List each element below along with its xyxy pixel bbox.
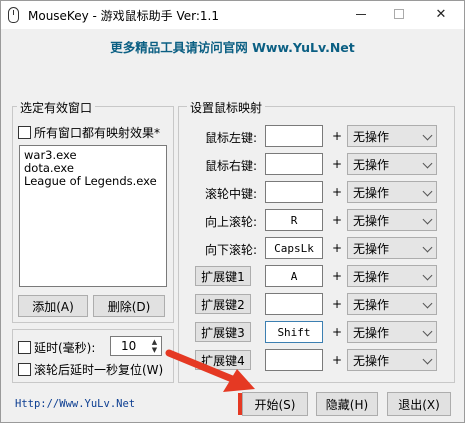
delay-label: 延时(毫秒): <box>34 341 96 355</box>
left-button-label: 鼠标左键: <box>204 131 258 145</box>
delay-group: 延时(毫秒): 10 ▲ ▼ 滚轮后延时一秒复位(W) <box>12 329 174 383</box>
window-select-group: 选定有效窗口 所有窗口都有映射效果* war3.exe dota.exe Lea… <box>12 99 174 323</box>
close-button[interactable]: ✕ <box>421 3 461 25</box>
spin-up-icon[interactable]: ▲ <box>152 338 157 346</box>
list-item[interactable]: League of Legends.exe <box>24 175 162 188</box>
action-value: 无操作 <box>353 185 390 200</box>
plus-sign: + <box>332 185 343 199</box>
window-group-legend: 选定有效窗口 <box>17 99 96 116</box>
delay-checkbox[interactable]: 延时(毫秒): <box>18 339 95 356</box>
chevron-down-icon[interactable] <box>422 186 433 197</box>
chevron-down-icon[interactable] <box>422 214 433 225</box>
action-value: 无操作 <box>353 269 390 284</box>
spinner-arrows[interactable]: ▲ ▼ <box>149 338 160 354</box>
left-button-action-select[interactable]: 无操作 <box>347 125 437 147</box>
action-value: 无操作 <box>353 157 390 172</box>
extension-key-2-button[interactable]: 扩展键2 <box>195 294 251 314</box>
chevron-down-icon[interactable] <box>422 158 433 169</box>
checkbox-box[interactable] <box>18 363 31 376</box>
right-button-action-select[interactable]: 无操作 <box>347 153 437 175</box>
app-window: MouseKey - 游戏鼠标助手 Ver:1.1 ✕ 更多精品工具请访问官网 … <box>0 0 465 423</box>
checkbox-box[interactable] <box>18 341 31 354</box>
wheel-reset-label: 滚轮后延时一秒复位(W) <box>34 363 164 377</box>
extension-key-2-action-select[interactable]: 无操作 <box>347 293 437 315</box>
hide-button[interactable]: 隐藏(H) <box>316 392 378 416</box>
extension-key-3-action-select[interactable]: 无操作 <box>347 321 437 343</box>
action-value: 无操作 <box>353 129 390 144</box>
title-bar[interactable]: MouseKey - 游戏鼠标助手 Ver:1.1 ✕ <box>1 1 464 29</box>
action-value: 无操作 <box>353 213 390 228</box>
wheel-up-key-field[interactable]: R <box>265 209 323 231</box>
extension-key-1-button[interactable]: 扩展键1 <box>195 266 251 286</box>
chevron-down-icon[interactable] <box>422 130 433 141</box>
all-windows-label: 所有窗口都有映射效果* <box>34 126 161 140</box>
plus-sign: + <box>332 241 343 255</box>
all-windows-checkbox[interactable]: 所有窗口都有映射效果* <box>18 124 160 141</box>
extension-key-4-action-select[interactable]: 无操作 <box>347 349 437 371</box>
plus-sign: + <box>332 157 343 171</box>
minimize-button[interactable] <box>341 3 381 25</box>
middle-button-action-select[interactable]: 无操作 <box>347 181 437 203</box>
minimize-icon <box>356 13 366 15</box>
website-banner[interactable]: 更多精品工具请访问官网 Www.YuLv.Net <box>1 37 464 56</box>
action-value: 无操作 <box>353 353 390 368</box>
wheel-down-label: 向下滚轮: <box>204 243 258 257</box>
extension-key-1-action-select[interactable]: 无操作 <box>347 265 437 287</box>
mapping-group-legend: 设置鼠标映射 <box>187 99 266 116</box>
maximize-button[interactable] <box>379 3 419 25</box>
chevron-down-icon[interactable] <box>422 354 433 365</box>
delay-value: 10 <box>121 339 137 353</box>
exit-button[interactable]: 退出(X) <box>387 392 451 416</box>
action-value: 无操作 <box>353 297 390 312</box>
delay-spinner[interactable]: 10 ▲ ▼ <box>110 336 162 356</box>
plus-sign: + <box>332 269 343 283</box>
close-icon: ✕ <box>435 6 447 22</box>
plus-sign: + <box>332 325 343 339</box>
extension-key-2-field[interactable] <box>265 293 323 315</box>
plus-sign: + <box>332 129 343 143</box>
extension-key-4-field[interactable] <box>265 349 323 371</box>
mouse-icon <box>8 7 19 23</box>
window-title: MouseKey - 游戏鼠标助手 Ver:1.1 <box>28 9 219 23</box>
extension-key-3-field[interactable]: Shift <box>265 321 323 343</box>
maximize-icon <box>394 9 404 19</box>
right-button-label: 鼠标右键: <box>204 159 258 173</box>
plus-sign: + <box>332 297 343 311</box>
left-button-key-field[interactable] <box>265 125 323 147</box>
plus-sign: + <box>332 213 343 227</box>
spin-down-icon[interactable]: ▼ <box>152 346 157 354</box>
website-link[interactable]: Http://Www.YuLv.Net <box>15 398 135 410</box>
plus-sign: + <box>332 353 343 367</box>
action-value: 无操作 <box>353 241 390 256</box>
chevron-down-icon[interactable] <box>422 298 433 309</box>
chevron-down-icon[interactable] <box>422 242 433 253</box>
wheel-down-action-select[interactable]: 无操作 <box>347 237 437 259</box>
wheel-reset-checkbox[interactable]: 滚轮后延时一秒复位(W) <box>18 361 163 378</box>
pointer-arrow-icon <box>165 349 255 392</box>
wheel-up-label: 向上滚轮: <box>204 215 258 229</box>
extension-key-3-button[interactable]: 扩展键3 <box>195 322 251 342</box>
action-value: 无操作 <box>353 325 390 340</box>
chevron-down-icon[interactable] <box>422 270 433 281</box>
chevron-down-icon[interactable] <box>422 326 433 337</box>
middle-button-key-field[interactable] <box>265 181 323 203</box>
extension-key-1-field[interactable]: A <box>265 265 323 287</box>
window-list[interactable]: war3.exe dota.exe League of Legends.exe <box>19 145 167 287</box>
right-button-key-field[interactable] <box>265 153 323 175</box>
checkbox-box[interactable] <box>18 126 31 139</box>
delete-button[interactable]: 删除(D) <box>93 295 165 317</box>
add-button[interactable]: 添加(A) <box>18 295 88 317</box>
wheel-down-key-field[interactable]: CapsLk <box>265 237 323 259</box>
wheel-up-action-select[interactable]: 无操作 <box>347 209 437 231</box>
middle-button-label: 滚轮中键: <box>204 187 258 201</box>
